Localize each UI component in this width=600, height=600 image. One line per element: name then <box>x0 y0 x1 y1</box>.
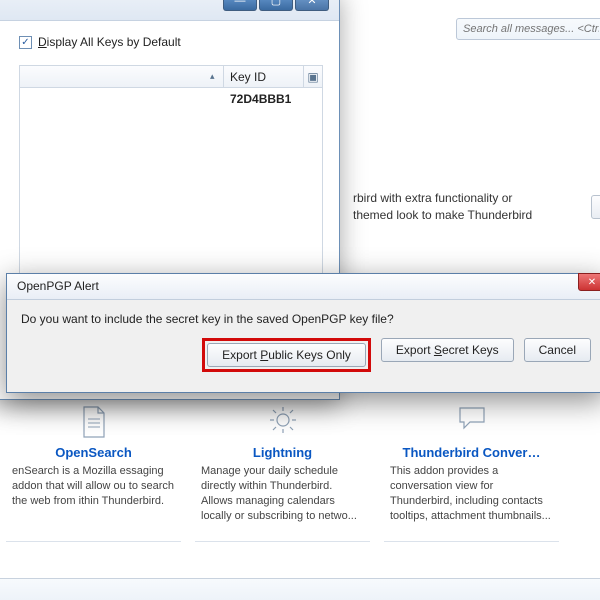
blurb-line1: rbird with extra functionality or <box>353 191 512 205</box>
footer-strip <box>0 578 600 600</box>
addon-card-opensearch[interactable]: OpenSearch enSearch is a Mozilla essagin… <box>6 405 181 542</box>
blurb-line2: themed look to make Thunderbird <box>353 208 532 222</box>
column-key-id[interactable]: Key ID <box>224 66 304 87</box>
addon-card-lightning[interactable]: Lightning Manage your daily schedule dir… <box>195 405 370 542</box>
comment-icon <box>390 405 553 441</box>
export-secret-keys-button[interactable]: Export Secret Keys <box>381 338 514 362</box>
column-picker-icon[interactable]: ▣ <box>304 66 322 87</box>
grid-header: Key ID ▣ <box>20 66 322 88</box>
page-blurb: rbird with extra functionality or themed… <box>353 190 593 224</box>
column-name-sorted[interactable] <box>20 66 224 87</box>
tutorial-highlight: Export Public Keys Only <box>202 338 371 372</box>
close-icon[interactable]: ✕ <box>578 273 600 291</box>
addons-row: OpenSearch enSearch is a Mozilla essagin… <box>0 405 600 542</box>
checkbox-checked-icon <box>19 36 32 49</box>
addon-title[interactable]: Lightning <box>201 445 364 460</box>
close-button[interactable]: ✕ <box>295 0 329 11</box>
addon-title[interactable]: OpenSearch <box>12 445 175 460</box>
addon-desc: enSearch is a Mozilla essaging addon tha… <box>12 464 175 509</box>
addon-desc: This addon provides a conversation view … <box>390 464 553 523</box>
display-all-keys-checkbox[interactable]: Display All Keys by Default <box>19 35 323 49</box>
addon-title[interactable]: Thunderbird Conver… <box>390 445 553 460</box>
dialog-button-row: Export Public Keys Only Export Secret Ke… <box>7 338 600 382</box>
sun-icon <box>201 405 364 441</box>
document-icon <box>12 405 175 441</box>
cancel-button[interactable]: Cancel <box>524 338 591 362</box>
key-id-cell[interactable]: 72D4BBB1 <box>230 92 322 106</box>
feature-button-partial[interactable] <box>591 195 600 219</box>
maximize-button[interactable]: ▢ <box>259 0 293 11</box>
dialog-message: Do you want to include the secret key in… <box>7 300 600 338</box>
dialog-title-text: OpenPGP Alert <box>17 279 99 293</box>
minimize-button[interactable]: — <box>223 0 257 11</box>
key-manager-titlebar[interactable]: — ▢ ✕ <box>0 0 339 21</box>
search-input[interactable] <box>456 18 600 40</box>
addon-desc: Manage your daily schedule directly with… <box>201 464 364 523</box>
dialog-titlebar[interactable]: OpenPGP Alert ✕ <box>7 274 600 300</box>
checkbox-label: Display All Keys by Default <box>38 35 181 49</box>
addon-card-conversations[interactable]: Thunderbird Conver… This addon provides … <box>384 405 559 542</box>
openpgp-alert-dialog: OpenPGP Alert ✕ Do you want to include t… <box>6 273 600 393</box>
export-public-keys-button[interactable]: Export Public Keys Only <box>207 343 366 367</box>
